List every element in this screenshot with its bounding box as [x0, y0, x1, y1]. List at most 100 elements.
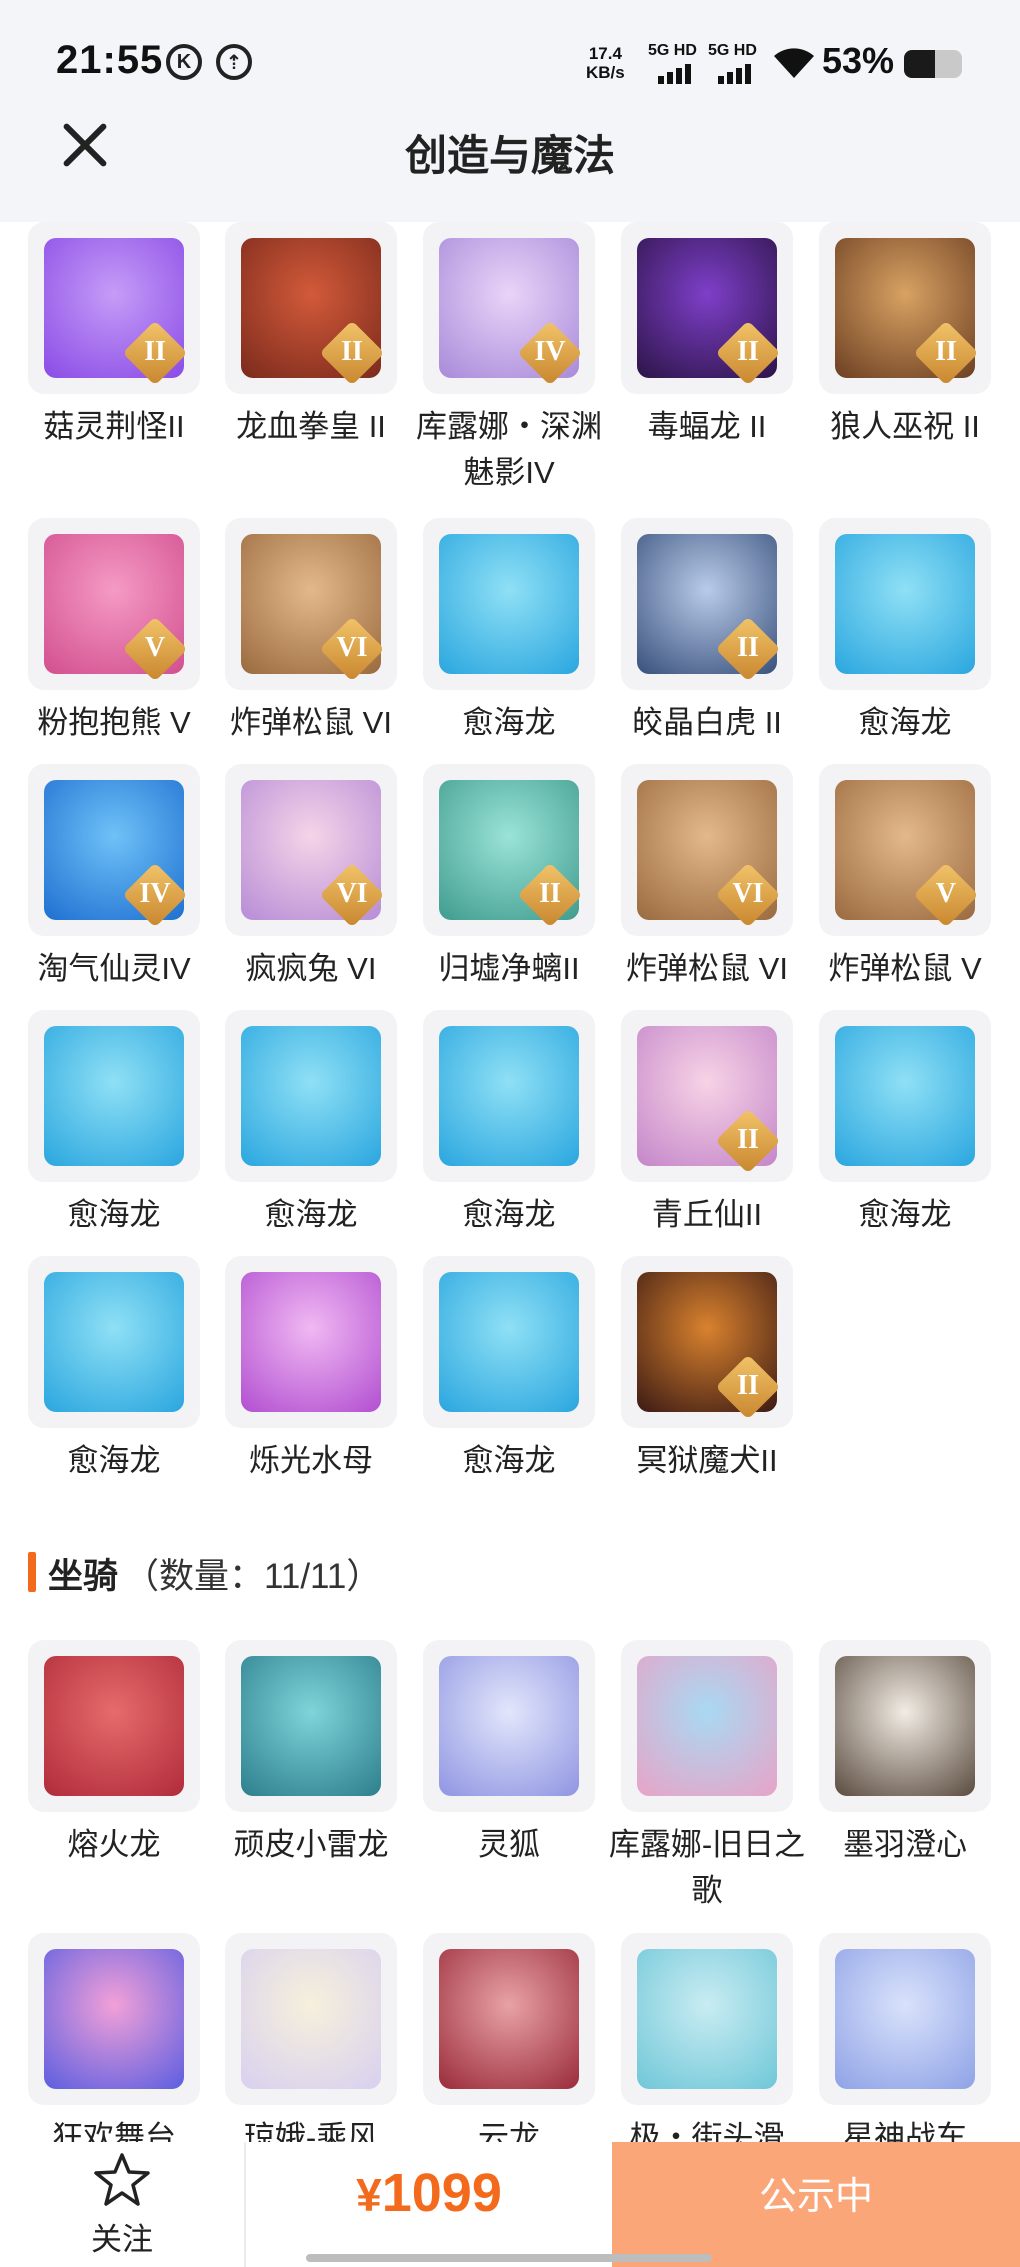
mount-item[interactable]: 顽皮小雷龙 [225, 1640, 397, 1868]
item-name: 疯疯兔 VI [245, 951, 377, 986]
pet-item[interactable]: V 粉抱抱熊 V [28, 518, 200, 746]
item-name: 库露娜-旧日之歌 [608, 1827, 806, 1908]
item-card: II [819, 222, 991, 394]
section-count: （数量：11/11） [124, 1557, 382, 1596]
item-card [28, 1010, 200, 1182]
top-bar: 21:55 K ⇡ 17.4 KB/s 5G HD 5G HD 53% 创造与魔… [0, 0, 1020, 222]
kuluna-old-song-icon [637, 1656, 777, 1796]
rank-badge-label: IV [139, 878, 171, 909]
pet-item[interactable]: II 冥狱魔犬II [621, 1256, 793, 1484]
network-speed: 17.4 KB/s [586, 44, 625, 82]
pet-item[interactable]: 愈海龙 [28, 1256, 200, 1484]
publicity-status-button[interactable]: 公示中 [612, 2142, 1020, 2267]
pet-item[interactable]: VI 炸弹松鼠 VI [225, 518, 397, 746]
item-card [423, 1933, 595, 2105]
rank-badge-label: II [144, 336, 166, 367]
item-card: VI [621, 764, 793, 936]
rank-badge-label: II [737, 632, 759, 663]
pet-item[interactable]: IV 库露娜・深渊魅影IV [416, 222, 602, 496]
sim2-signal-icon [718, 64, 751, 84]
item-card: II [621, 1256, 793, 1428]
rank-badge-label: V [144, 632, 166, 663]
pet-item[interactable]: 愈海龙 [819, 518, 991, 746]
pet-item[interactable]: V 炸弹松鼠 V [819, 764, 991, 992]
item-name: 灵狐 [478, 1827, 540, 1862]
item-card: II [28, 222, 200, 394]
sim2-label: 5G HD [708, 42, 757, 59]
mount-item[interactable]: 云龙 [423, 1933, 595, 2142]
pet-item[interactable]: 愈海龙 [423, 518, 595, 746]
item-name: 愈海龙 [462, 1197, 556, 1232]
naughty-thunder-dragon-icon [241, 1656, 381, 1796]
item-name: 皎晶白虎 II [632, 705, 782, 740]
page-title: 创造与魔法 [404, 132, 615, 179]
mount-item[interactable]: 狂欢舞台 [28, 1933, 200, 2142]
glowing-jellyfish-icon [241, 1272, 381, 1412]
pet-item[interactable]: 烁光水母 [225, 1256, 397, 1484]
item-card [819, 1933, 991, 2105]
item-name: 菇灵荆怪II [43, 409, 185, 444]
item-name: 愈海龙 [858, 705, 952, 740]
pet-item[interactable]: II 龙血拳皇 II [225, 222, 397, 450]
item-card [28, 1933, 200, 2105]
wifi-icon [774, 48, 814, 78]
content-scroll-area[interactable]: II 菇灵荆怪II II 龙血拳皇 II IV 库露娜・深渊魅影IV II 毒蝠龙 II II 狼… [0, 222, 1020, 2142]
item-name: 墨羽澄心 [843, 1827, 967, 1862]
mount-item[interactable]: 墨羽澄心 [819, 1640, 991, 1868]
section-title: 坐骑 [48, 1557, 119, 1596]
item-card [819, 1010, 991, 1182]
rank-badge-label: VI [336, 632, 368, 663]
home-indicator[interactable] [306, 2254, 712, 2262]
item-name: 愈海龙 [67, 1197, 161, 1232]
item-name: 青丘仙II [651, 1197, 763, 1232]
pet-item[interactable]: 愈海龙 [423, 1256, 595, 1484]
item-card [423, 518, 595, 690]
pet-item[interactable]: IV 淘气仙灵IV [28, 764, 200, 992]
item-card: II [225, 222, 397, 394]
pet-item[interactable]: 愈海龙 [819, 1010, 991, 1238]
item-name: 狂欢舞台 [52, 2120, 176, 2142]
pet-item[interactable]: VI 疯疯兔 VI [225, 764, 397, 992]
follow-label: 关注 [91, 2222, 153, 2257]
item-card: II [621, 222, 793, 394]
item-name: 龙血拳皇 II [236, 409, 386, 444]
cloud-dragon-icon [439, 1949, 579, 2089]
pet-item[interactable]: II 青丘仙II [621, 1010, 793, 1238]
item-card: VI [225, 518, 397, 690]
healing-sea-dragon-icon [439, 1026, 579, 1166]
healing-sea-dragon-icon [44, 1272, 184, 1412]
item-name: 极・街头滑 [629, 2120, 785, 2142]
item-name: 狼人巫祝 II [830, 409, 980, 444]
item-card: V [819, 764, 991, 936]
rank-badge-label: VI [732, 878, 764, 909]
item-name: 愈海龙 [462, 705, 556, 740]
status-time: 21:55 [56, 38, 164, 82]
pet-item[interactable]: II 菇灵荆怪II [28, 222, 200, 450]
mount-item[interactable]: 琼娥-乘风 [225, 1933, 397, 2142]
pet-item[interactable]: II 皎晶白虎 II [621, 518, 793, 746]
pet-item[interactable]: II 毒蝠龙 II [621, 222, 793, 450]
mount-item[interactable]: 熔火龙 [28, 1640, 200, 1868]
battery-icon [904, 50, 962, 78]
mount-item[interactable]: 库露娜-旧日之歌 [609, 1640, 805, 1914]
pet-item[interactable]: II 归墟净螭II [423, 764, 595, 992]
pet-item[interactable]: 愈海龙 [28, 1010, 200, 1238]
pet-item[interactable]: 愈海龙 [225, 1010, 397, 1238]
healing-sea-dragon-icon [241, 1026, 381, 1166]
mount-item[interactable]: 灵狐 [423, 1640, 595, 1868]
follow-button[interactable]: 关注 [0, 2142, 244, 2267]
item-name: 淘气仙灵IV [37, 951, 191, 986]
item-card: IV [423, 222, 595, 394]
item-name: 星神战车 [843, 2120, 967, 2142]
upload-badge-icon: ⇡ [216, 44, 252, 80]
item-card: II [621, 1010, 793, 1182]
pet-item[interactable]: II 狼人巫祝 II [819, 222, 991, 450]
pet-item[interactable]: VI 炸弹松鼠 VI [621, 764, 793, 992]
mount-item[interactable]: 极・街头滑 [621, 1933, 793, 2142]
healing-sea-dragon-icon [835, 1026, 975, 1166]
mount-item[interactable]: 星神战车 [819, 1933, 991, 2142]
pet-item[interactable]: 愈海龙 [423, 1010, 595, 1238]
item-card [225, 1640, 397, 1812]
rank-badge-label: II [539, 878, 561, 909]
item-name: 熔火龙 [67, 1827, 161, 1862]
